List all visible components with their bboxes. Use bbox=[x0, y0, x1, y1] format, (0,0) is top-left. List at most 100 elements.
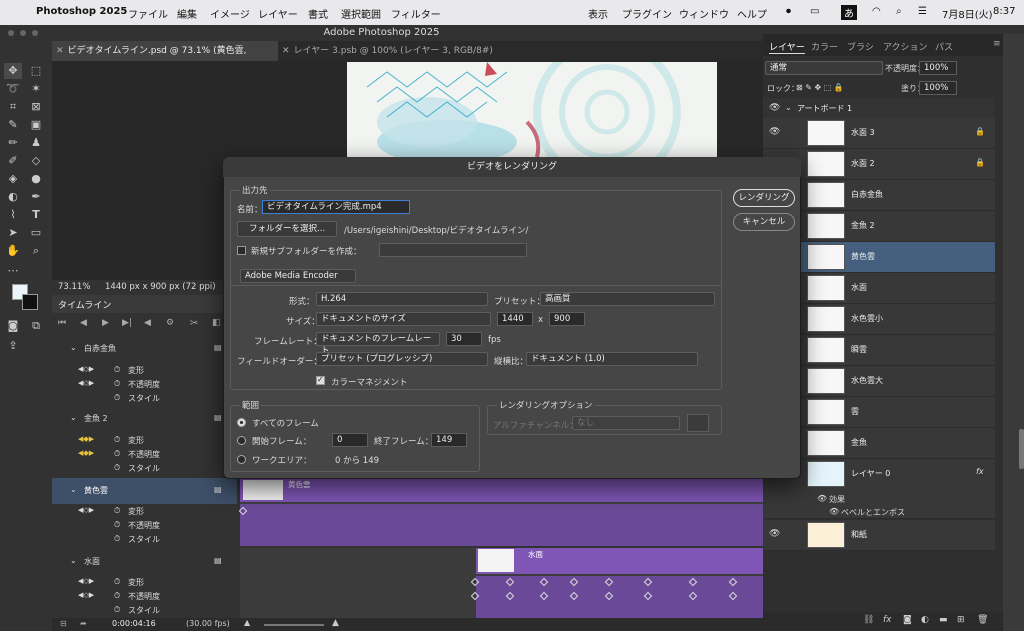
frame-tool-icon[interactable]: ⊠ bbox=[27, 99, 45, 115]
battery-icon[interactable]: ▭ bbox=[810, 6, 819, 17]
fps-input[interactable]: 30 bbox=[446, 332, 482, 346]
size-select[interactable]: ドキュメントのサイズ bbox=[316, 312, 491, 326]
keyframe-nav-icon[interactable]: ◀◇▶ bbox=[78, 591, 94, 599]
scrollbar-thumb[interactable] bbox=[1019, 429, 1024, 469]
wifi-icon[interactable]: ◠ bbox=[872, 6, 881, 17]
clip-minamo[interactable] bbox=[476, 548, 763, 574]
close-window-icon[interactable] bbox=[8, 30, 14, 36]
tab-layers[interactable]: レイヤー bbox=[769, 40, 805, 54]
stopwatch-icon[interactable]: ⏱ bbox=[114, 435, 120, 445]
select-folder-button[interactable]: フォルダーを選択... bbox=[237, 221, 337, 237]
menu-layer[interactable]: レイヤー bbox=[258, 6, 298, 21]
clip-minamo-props[interactable] bbox=[476, 576, 763, 620]
convert-icon[interactable]: ➦ bbox=[80, 619, 87, 628]
zoom-readout[interactable]: 73.11% bbox=[58, 280, 90, 295]
eyedropper-tool-icon[interactable]: ✎ bbox=[4, 117, 22, 133]
stopwatch-icon[interactable]: ⏱ bbox=[114, 605, 120, 615]
stopwatch-icon[interactable]: ⏱ bbox=[114, 506, 120, 516]
share-icon[interactable]: ⇪ bbox=[4, 338, 22, 354]
lock-icons[interactable]: ⊠ ✎ ✥ ⬚ 🔒 bbox=[796, 83, 844, 92]
trash-icon[interactable]: 🗑 bbox=[977, 615, 988, 625]
spot-heal-tool-icon[interactable]: ▣ bbox=[27, 117, 45, 133]
eye-icon[interactable]: 👁 bbox=[769, 127, 780, 137]
render-video-icon[interactable]: ⊟ bbox=[60, 619, 67, 628]
stopwatch-icon[interactable]: ⏱ bbox=[114, 365, 120, 375]
panel-menu-icon[interactable]: ≡ bbox=[993, 39, 1001, 49]
clip-kiiro[interactable] bbox=[240, 478, 763, 502]
zoom-in-icon[interactable]: ▲ bbox=[332, 618, 339, 628]
expand-icon[interactable]: ⌄ bbox=[70, 343, 77, 352]
height-input[interactable]: 900 bbox=[549, 312, 585, 326]
expand-icon[interactable]: ⌄ bbox=[70, 413, 77, 422]
magic-wand-tool-icon[interactable]: ✶ bbox=[27, 81, 45, 97]
menu-edit[interactable]: 編集 bbox=[177, 6, 197, 21]
keyframe-nav-icon[interactable]: ◀◇▶ bbox=[78, 365, 94, 373]
paint-bucket-tool-icon[interactable]: ◈ bbox=[4, 171, 22, 187]
cancel-button[interactable]: キャンセル bbox=[733, 213, 795, 231]
keyframe-nav-icon[interactable]: ◀◆▶ bbox=[78, 435, 94, 443]
prev-frame-icon[interactable]: ◀ bbox=[80, 318, 87, 328]
close-tab-icon[interactable]: ✕ bbox=[56, 46, 64, 56]
transition-icon[interactable]: ◧ bbox=[212, 318, 221, 328]
fill-input[interactable]: 100% bbox=[919, 81, 957, 95]
field-order-select[interactable]: プリセット (プログレッシブ) bbox=[316, 352, 488, 366]
end-frame-input[interactable]: 149 bbox=[431, 433, 467, 447]
aspect-select[interactable]: ドキュメント (1.0) bbox=[526, 352, 698, 366]
play-icon[interactable]: ▶ bbox=[102, 318, 109, 328]
menu-app-name[interactable]: Photoshop 2025 bbox=[36, 6, 127, 17]
close-tab-icon[interactable]: ✕ bbox=[282, 46, 290, 56]
framerate-select[interactable]: ドキュメントのフレームレート bbox=[316, 332, 440, 356]
blend-mode-select[interactable]: 通常 bbox=[765, 61, 883, 75]
eraser-tool-icon[interactable]: ◇ bbox=[27, 153, 45, 169]
film-icon[interactable]: ▤ bbox=[214, 485, 222, 494]
start-frame-radio[interactable] bbox=[237, 436, 246, 445]
timeline-layer-shirakin[interactable]: ⌄ 白赤金魚 ▤ ◀◇▶ ⏱ 変形 ◀◇▶ ⏱ 不透明度 ⏱ スタイル bbox=[52, 338, 237, 404]
film-icon[interactable]: ▤ bbox=[214, 556, 222, 565]
menu-view[interactable]: 表示 bbox=[588, 6, 608, 21]
layer-row-minamo3[interactable]: 👁 水面 3 🔒 bbox=[763, 118, 995, 149]
control-center-icon[interactable]: ☰ bbox=[918, 6, 927, 17]
new-layer-icon[interactable]: ⊞ bbox=[957, 615, 965, 625]
eye-icon[interactable]: 👁 bbox=[829, 507, 839, 516]
record-icon[interactable]: ⏺ bbox=[786, 6, 791, 17]
zoom-tool-icon[interactable]: ⌕ bbox=[27, 243, 45, 259]
stopwatch-icon[interactable]: ⏱ bbox=[114, 534, 120, 544]
pen-tool-icon[interactable]: ✒ bbox=[27, 189, 45, 205]
ime-indicator[interactable]: あ bbox=[841, 5, 857, 20]
color-management-checkbox[interactable]: ✓ bbox=[316, 375, 325, 385]
pen-alt-tool-icon[interactable]: ⌇ bbox=[4, 207, 22, 223]
stopwatch-icon[interactable]: ⏱ bbox=[114, 577, 120, 587]
menu-file[interactable]: ファイル bbox=[128, 6, 168, 21]
fx-icon[interactable]: fx bbox=[976, 467, 984, 476]
expand-icon[interactable]: ⌄ bbox=[70, 485, 77, 494]
link-icon[interactable]: ⛓ bbox=[863, 615, 874, 625]
filename-input[interactable]: ビデオタイムライン完成.mp4 bbox=[262, 200, 410, 214]
timeline-tab[interactable]: タイムライン bbox=[58, 298, 111, 311]
split-icon[interactable]: ✂ bbox=[190, 318, 198, 329]
format-select[interactable]: H.264 bbox=[316, 292, 488, 306]
clip-kiiro-props[interactable] bbox=[240, 504, 763, 546]
alpha-select[interactable]: なし bbox=[572, 416, 680, 430]
crop-tool-icon[interactable]: ⌗ bbox=[4, 99, 22, 115]
hand-tool-icon[interactable]: ✋ bbox=[4, 243, 22, 259]
keyframe-nav-icon[interactable]: ◀◇▶ bbox=[78, 577, 94, 585]
layer-row-washi[interactable]: 👁 和紙 bbox=[763, 520, 995, 551]
tab-document-1[interactable]: ✕ビデオタイムライン.psd @ 73.1% (黄色雲, RGB/8#) bbox=[52, 41, 278, 76]
move-tool-icon[interactable]: ✥ bbox=[4, 63, 22, 79]
stopwatch-icon[interactable]: ⏱ bbox=[114, 379, 120, 389]
subfolder-input[interactable] bbox=[379, 243, 527, 257]
alpha-color-swatch[interactable] bbox=[687, 414, 709, 432]
work-area-radio[interactable] bbox=[237, 455, 246, 464]
film-icon[interactable]: ▤ bbox=[214, 343, 222, 352]
zoom-slider[interactable] bbox=[264, 624, 324, 626]
width-input[interactable]: 1440 bbox=[497, 312, 533, 326]
menu-date[interactable]: 7月8日(火) bbox=[942, 6, 993, 21]
stamp-tool-icon[interactable]: ♟ bbox=[27, 135, 45, 151]
all-frames-radio[interactable] bbox=[237, 418, 246, 427]
tab-paths[interactable]: パス bbox=[935, 40, 953, 53]
dodge-tool-icon[interactable]: ◐ bbox=[4, 189, 22, 205]
document-size[interactable]: 1440 px x 900 px (72 ppi) bbox=[105, 280, 216, 295]
keyframe-nav-icon[interactable]: ◀◆▶ bbox=[78, 449, 94, 457]
screen-mode-icon[interactable]: ⧉ bbox=[27, 318, 45, 334]
eye-icon[interactable]: 👁 bbox=[817, 494, 827, 503]
